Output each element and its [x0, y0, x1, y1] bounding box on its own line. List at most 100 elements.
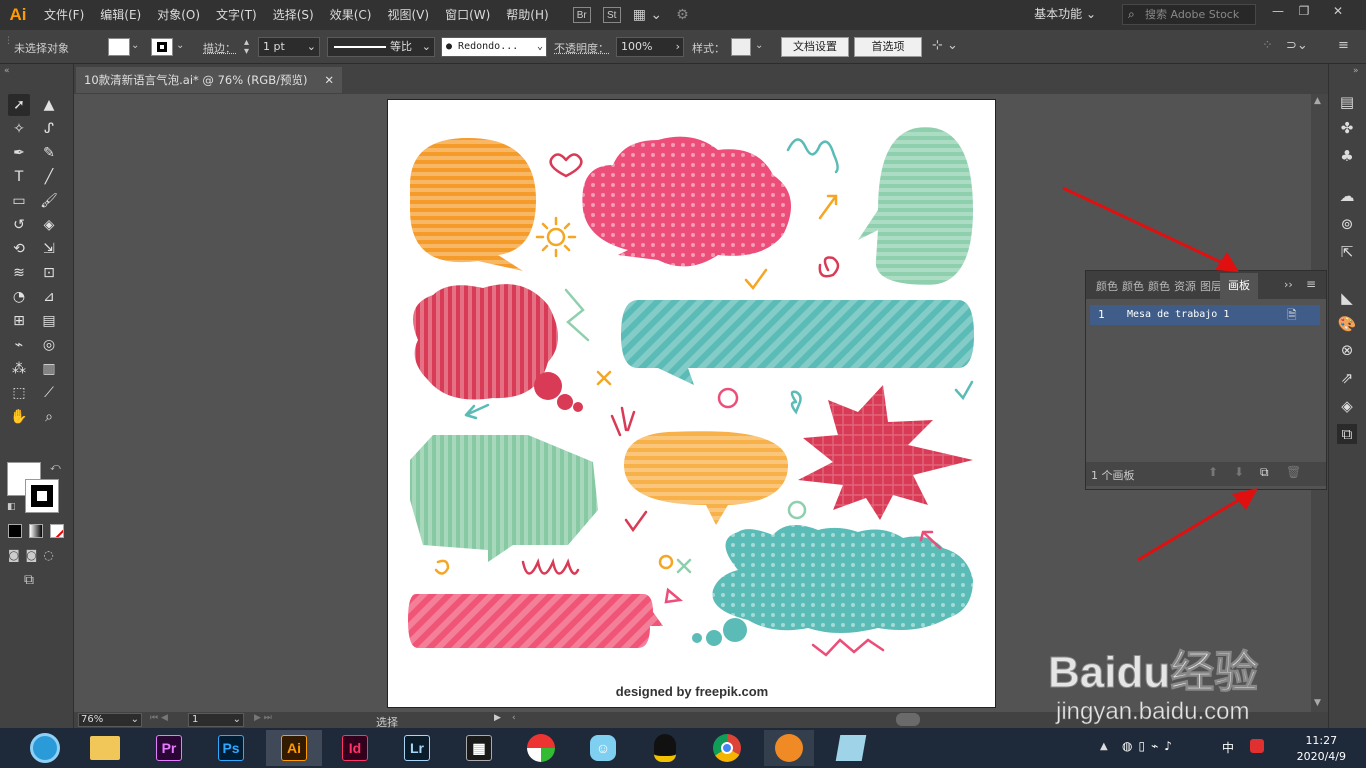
- free-transform-icon[interactable]: ⊡: [38, 262, 60, 284]
- transform-icon[interactable]: ⊃⌄: [1286, 38, 1308, 53]
- collapse-icon[interactable]: «: [4, 66, 10, 76]
- mesh-tool-icon[interactable]: ⊞: [8, 310, 30, 332]
- taskbar-indesign[interactable]: Id: [334, 730, 376, 766]
- menu-edit[interactable]: 编辑(E): [92, 0, 149, 30]
- type-tool-icon[interactable]: T: [8, 166, 30, 188]
- artboard-name[interactable]: Mesa de trabajo 1: [1127, 309, 1229, 320]
- close-tab-icon[interactable]: ✕: [324, 67, 334, 93]
- move-up-icon[interactable]: ⬆: [1208, 465, 1218, 479]
- artboards-panel-icon[interactable]: ⧉: [1337, 424, 1357, 444]
- stroke-swatch[interactable]: [151, 38, 173, 56]
- stock-search-input[interactable]: 搜索 Adobe Stock: [1122, 4, 1256, 25]
- selection-tool-icon[interactable]: ➚: [8, 94, 30, 116]
- chevron-down-icon[interactable]: ⌄: [755, 40, 763, 51]
- taskbar-premiere[interactable]: Pr: [148, 730, 190, 766]
- tray-icons[interactable]: ◍▯⌁♪: [1122, 739, 1178, 753]
- column-graph-icon[interactable]: ▥: [38, 358, 60, 380]
- opacity-label[interactable]: 不透明度：: [554, 40, 609, 56]
- symbol-sprayer-icon[interactable]: ⁂: [8, 358, 30, 380]
- close-button[interactable]: ✕: [1326, 4, 1350, 22]
- tray-expand-icon[interactable]: ▲: [1100, 741, 1108, 752]
- appearance-panel-icon[interactable]: ⊗: [1337, 340, 1357, 360]
- bridge-button[interactable]: Br: [572, 7, 591, 23]
- chevron-down-icon[interactable]: ⌄: [131, 40, 139, 51]
- cc-libraries-icon[interactable]: ☁: [1337, 186, 1357, 206]
- taskbar-film-icon[interactable]: ▦: [458, 730, 500, 766]
- stroke-stepper[interactable]: ▴ ▾: [244, 38, 249, 57]
- menu-type[interactable]: 文字(T): [208, 0, 265, 30]
- sogou-icon[interactable]: [1250, 739, 1264, 753]
- brush-definition[interactable]: ● Redondo... ⌄: [441, 37, 547, 57]
- eraser-icon[interactable]: ◈: [38, 214, 60, 236]
- zoom-tool-icon[interactable]: ⌕: [38, 406, 60, 428]
- layers-panel-icon[interactable]: ◈: [1337, 396, 1357, 416]
- shaper-tool-icon[interactable]: ↺: [8, 214, 30, 236]
- direct-selection-tool-icon[interactable]: ▲: [38, 94, 60, 116]
- taskbar-chrome-icon[interactable]: [706, 730, 748, 766]
- menu-file[interactable]: 文件(F): [36, 0, 92, 30]
- arrange-icon[interactable]: ⊹ ⌄: [932, 38, 958, 53]
- arrange-documents-icon[interactable]: ▦ ⌄: [633, 7, 662, 23]
- gradient-panel-icon[interactable]: ◣: [1337, 288, 1357, 308]
- menu-help[interactable]: 帮助(H): [498, 0, 556, 30]
- scroll-left-icon[interactable]: ‹: [512, 713, 516, 723]
- export-icon[interactable]: ⇱: [1337, 242, 1357, 262]
- status-menu-icon[interactable]: ▶: [494, 713, 501, 723]
- menu-window[interactable]: 窗口(W): [437, 0, 498, 30]
- taskbar-notes-icon[interactable]: [830, 730, 872, 766]
- lasso-icon[interactable]: ᔑ: [38, 118, 60, 140]
- menu-select[interactable]: 选择(S): [265, 0, 322, 30]
- panel-menu-icon[interactable]: ≡: [1306, 277, 1316, 291]
- stroke-weight-input[interactable]: 1 pt ⌄: [258, 37, 320, 57]
- gradient-tool-icon[interactable]: ▤: [38, 310, 60, 332]
- drawing-modes-icon[interactable]: ◙◙◌: [8, 548, 60, 562]
- eyedropper-icon[interactable]: ⌁: [8, 334, 30, 356]
- gradient-mode-icon[interactable]: [29, 524, 43, 538]
- tab-color-3[interactable]: 颜色: [1148, 278, 1170, 294]
- delete-artboard-icon[interactable]: 🗑: [1286, 465, 1301, 479]
- taskbar-photoshop[interactable]: Ps: [210, 730, 252, 766]
- warp-tool-icon[interactable]: ≋: [8, 262, 30, 284]
- stock-button[interactable]: St: [602, 7, 621, 23]
- tab-color-1[interactable]: 颜色: [1096, 278, 1118, 294]
- color-mode-icon[interactable]: [8, 524, 22, 538]
- taskbar-illustrator[interactable]: Ai: [266, 730, 322, 766]
- paintbrush-icon[interactable]: 🖌: [38, 190, 60, 212]
- taskbar-lightroom[interactable]: Lr: [396, 730, 438, 766]
- brushes-panel-icon[interactable]: ✤: [1337, 118, 1357, 138]
- scale-tool-icon[interactable]: ⇲: [38, 238, 60, 260]
- artboard-options-icon[interactable]: 🗎: [1287, 306, 1297, 327]
- move-down-icon[interactable]: ⬇: [1234, 465, 1244, 479]
- menu-view[interactable]: 视图(V): [379, 0, 437, 30]
- menu-object[interactable]: 对象(O): [149, 0, 208, 30]
- color-guide-icon[interactable]: 🎨: [1337, 314, 1357, 334]
- start-button[interactable]: [24, 730, 66, 766]
- chevron-down-icon[interactable]: ⌄: [176, 40, 184, 51]
- restore-button[interactable]: ❐: [1292, 4, 1316, 22]
- last-artboard-icon[interactable]: ▶ ⏭: [254, 713, 272, 723]
- artboard-navigator[interactable]: 1 ⌄: [188, 713, 244, 727]
- taskbar-fox-icon[interactable]: [764, 730, 814, 766]
- panel-menu-icon[interactable]: ≡: [1338, 38, 1349, 53]
- shape-builder-icon[interactable]: ◔: [8, 286, 30, 308]
- taskbar-assistant-icon[interactable]: ☺: [582, 730, 624, 766]
- workspace-switcher[interactable]: 基本功能 ⌄: [1034, 5, 1096, 22]
- rotate-tool-icon[interactable]: ⟲: [8, 238, 30, 260]
- zoom-select[interactable]: 76% ⌄: [78, 713, 142, 727]
- expand-dock-icon[interactable]: »: [1353, 66, 1359, 76]
- graphic-style-swatch[interactable]: [731, 38, 751, 56]
- new-artboard-icon[interactable]: ⧉: [1260, 465, 1269, 480]
- taskbar-beach-icon[interactable]: [520, 730, 562, 766]
- ime-indicator-icon[interactable]: 中: [1222, 739, 1234, 756]
- slice-tool-icon[interactable]: ⟋: [38, 382, 60, 404]
- panel-expand-icon[interactable]: ››: [1284, 278, 1293, 291]
- default-colors-icon[interactable]: ◧: [7, 502, 16, 512]
- document-tab[interactable]: 10款清新语言气泡.ai* @ 76% (RGB/预览) ✕: [76, 67, 342, 93]
- first-artboard-icon[interactable]: ⏮ ◀: [150, 713, 168, 723]
- swap-colors-icon[interactable]: ⤺: [50, 462, 61, 473]
- blend-tool-icon[interactable]: ◎: [38, 334, 60, 356]
- links-panel-icon[interactable]: ⇗: [1337, 368, 1357, 388]
- curvature-tool-icon[interactable]: ✎: [38, 142, 60, 164]
- artboard[interactable]: designed by freepik.com: [387, 99, 996, 708]
- hand-tool-icon[interactable]: ✋: [8, 406, 30, 428]
